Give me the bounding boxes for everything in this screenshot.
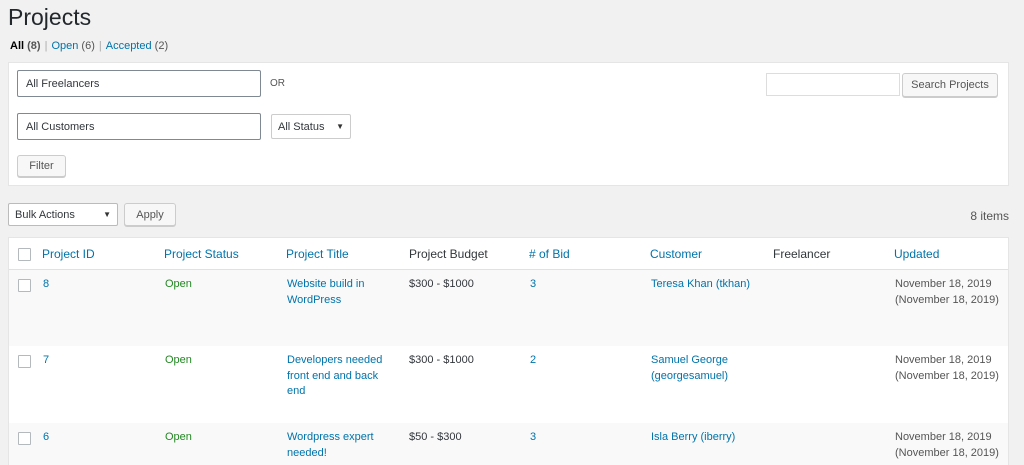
view-accepted-link[interactable]: Accepted (2): [106, 40, 168, 52]
column-project-title[interactable]: Project Title: [286, 247, 349, 261]
view-open-link[interactable]: Open (6): [51, 40, 94, 52]
bids-link[interactable]: 2: [530, 353, 536, 369]
table-row: 6 Open Wordpress expert needed! $50 - $30…: [9, 423, 1008, 465]
project-status: Open: [165, 354, 192, 366]
table-row: 8 Open Website build in WordPress $300 - …: [9, 270, 1008, 346]
table-header: Project ID Project Status Project Title …: [9, 238, 1008, 270]
customer-link[interactable]: Samuel George (georgesamuel): [651, 353, 728, 384]
search-input[interactable]: [766, 73, 900, 96]
filter-button[interactable]: Filter: [17, 155, 66, 177]
project-budget: $300 - $1000: [409, 354, 474, 366]
view-filters: All (8) | Open (6) | Accepted (2): [10, 40, 169, 52]
caret-down-icon: ▼: [336, 122, 344, 131]
project-status: Open: [165, 278, 192, 290]
freelancer-filter-field[interactable]: All Freelancers: [17, 70, 261, 97]
bids-link[interactable]: 3: [530, 277, 536, 293]
status-select[interactable]: All Status ▼: [271, 114, 351, 139]
updated-date: November 18, 2019 (November 18, 2019): [895, 431, 999, 459]
or-label: OR: [270, 78, 285, 89]
column-project-budget: Project Budget: [409, 247, 488, 261]
search-projects-button[interactable]: Search Projects: [902, 73, 998, 97]
view-all-link[interactable]: All (8): [10, 40, 41, 52]
apply-button[interactable]: Apply: [124, 203, 176, 226]
row-checkbox[interactable]: [18, 279, 31, 292]
table-row: 7 Open Developers needed front end and ba…: [9, 346, 1008, 423]
column-freelancer: Freelancer: [773, 247, 831, 261]
projects-table: Project ID Project Status Project Title …: [8, 237, 1009, 465]
column-project-id[interactable]: Project ID: [42, 247, 95, 261]
project-id-link[interactable]: 8: [43, 277, 49, 293]
column-bids[interactable]: # of Bid: [529, 247, 570, 261]
customer-filter-field[interactable]: All Customers: [17, 113, 261, 140]
updated-date: November 18, 2019 (November 18, 2019): [895, 278, 999, 306]
column-project-status[interactable]: Project Status: [164, 247, 239, 261]
project-id-link[interactable]: 7: [43, 353, 49, 369]
project-budget: $300 - $1000: [409, 278, 474, 290]
bids-link[interactable]: 3: [530, 430, 536, 446]
filter-panel: All Freelancers OR All Customers All Sta…: [8, 62, 1009, 186]
page-title: Projects: [8, 4, 92, 30]
project-id-link[interactable]: 6: [43, 430, 49, 446]
project-title-link[interactable]: Wordpress expert needed!: [287, 430, 374, 461]
items-count: 8 items: [970, 209, 1009, 223]
bulk-actions-select[interactable]: Bulk Actions ▼: [8, 203, 118, 226]
caret-down-icon: ▼: [103, 210, 111, 219]
customer-link[interactable]: Isla Berry (iberry): [651, 430, 735, 446]
updated-date: November 18, 2019 (November 18, 2019): [895, 354, 999, 382]
project-title-link[interactable]: Website build in WordPress: [287, 277, 364, 308]
project-budget: $50 - $300: [409, 431, 462, 443]
column-customer[interactable]: Customer: [650, 247, 702, 261]
project-title-link[interactable]: Developers needed front end and back end: [287, 353, 382, 400]
select-all-checkbox[interactable]: [18, 248, 31, 261]
row-checkbox[interactable]: [18, 355, 31, 368]
project-status: Open: [165, 431, 192, 443]
customer-link[interactable]: Teresa Khan (tkhan): [651, 277, 750, 293]
column-updated[interactable]: Updated: [894, 247, 939, 261]
row-checkbox[interactable]: [18, 432, 31, 445]
